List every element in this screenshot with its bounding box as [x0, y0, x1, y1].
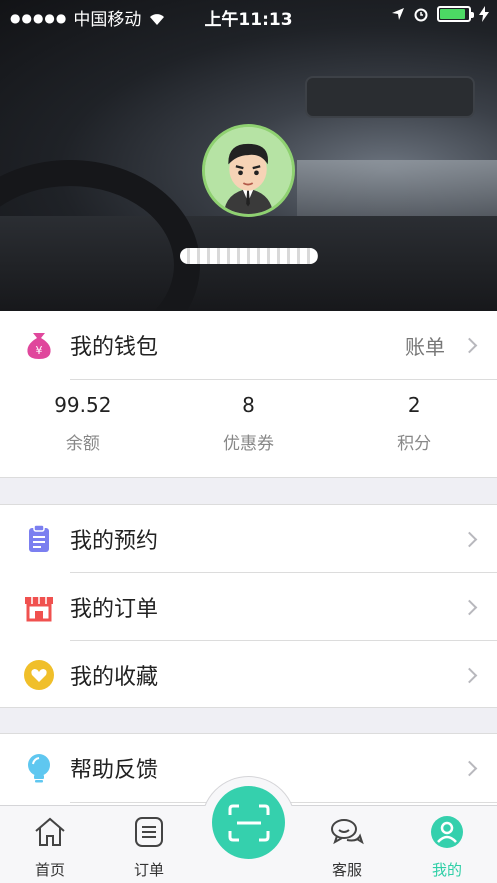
chat-icon	[331, 819, 364, 845]
charging-icon	[479, 6, 489, 22]
scan-icon	[228, 804, 269, 841]
menu-item-label: 我的收藏	[70, 665, 159, 690]
username-text	[180, 248, 318, 264]
chevron-right-icon	[461, 760, 478, 776]
steering-wheel	[0, 160, 200, 311]
lightbulb-icon	[28, 754, 50, 783]
store-icon	[25, 597, 53, 622]
tab-label: 我的	[431, 861, 462, 879]
wallet-row[interactable]: ¥ 我的钱包 账单	[0, 311, 497, 379]
menu-item-favorites[interactable]: 我的收藏	[0, 641, 497, 709]
menu-item-label: 帮助反馈	[70, 758, 159, 783]
chevron-right-icon	[461, 531, 478, 547]
battery-icon	[437, 6, 474, 22]
balance-stat[interactable]: 99.52 余额	[0, 391, 166, 454]
coupon-stat[interactable]: 8 优惠券	[166, 391, 332, 454]
battery-level	[440, 9, 466, 19]
menu-item-orders[interactable]: 我的订单	[0, 573, 497, 641]
points-stat[interactable]: 2 积分	[331, 391, 497, 454]
menu-group: 我的预约 我的订单 我的收藏	[0, 504, 497, 708]
scan-button[interactable]	[212, 786, 285, 859]
heart-icon	[24, 660, 54, 690]
menu-item-appointments[interactable]: 我的预约	[0, 505, 497, 573]
tab-label: 首页	[34, 861, 65, 879]
wallet-title: 我的钱包	[70, 335, 159, 360]
profile-icon	[431, 816, 463, 848]
tab-profile[interactable]: 我的	[407, 814, 487, 880]
points-label: 积分	[397, 434, 432, 454]
tab-orders[interactable]: 订单	[109, 814, 189, 880]
tab-label: 订单	[133, 861, 164, 879]
order-list-icon	[135, 817, 163, 847]
wallet-section: ¥ 我的钱包 账单 99.52 余额 8 优惠券 2 积分	[0, 311, 497, 478]
money-bag-icon: ¥	[27, 333, 51, 359]
divider	[70, 379, 497, 380]
username	[180, 246, 318, 266]
chevron-right-icon	[461, 337, 478, 353]
chevron-right-icon	[461, 667, 478, 683]
rearview-mirror	[305, 76, 475, 118]
menu-item-label: 我的预约	[70, 529, 159, 554]
menu-item-label: 我的订单	[70, 597, 159, 622]
alarm-icon	[414, 8, 428, 22]
location-icon	[392, 8, 404, 20]
home-icon	[35, 817, 65, 846]
clipboard-icon	[29, 524, 49, 552]
bill-link[interactable]: 账单	[405, 331, 445, 360]
balance-label: 余额	[65, 434, 100, 454]
chevron-right-icon	[461, 599, 478, 615]
avatar-image	[205, 127, 292, 214]
coupon-label: 优惠券	[223, 434, 274, 454]
avatar[interactable]	[202, 124, 295, 217]
coupon-value: 8	[242, 393, 255, 417]
points-value: 2	[407, 393, 421, 417]
tab-customer-service[interactable]: 客服	[307, 814, 387, 880]
svg-text:¥: ¥	[36, 344, 43, 357]
balance-value: 99.52	[54, 393, 112, 417]
tab-label: 客服	[331, 861, 362, 879]
wallet-stats: 99.52 余额 8 优惠券 2 积分	[0, 391, 497, 454]
tab-home[interactable]: 首页	[10, 814, 90, 880]
status-bar: ●●●●● 中国移动 上午11:13	[0, 0, 497, 32]
